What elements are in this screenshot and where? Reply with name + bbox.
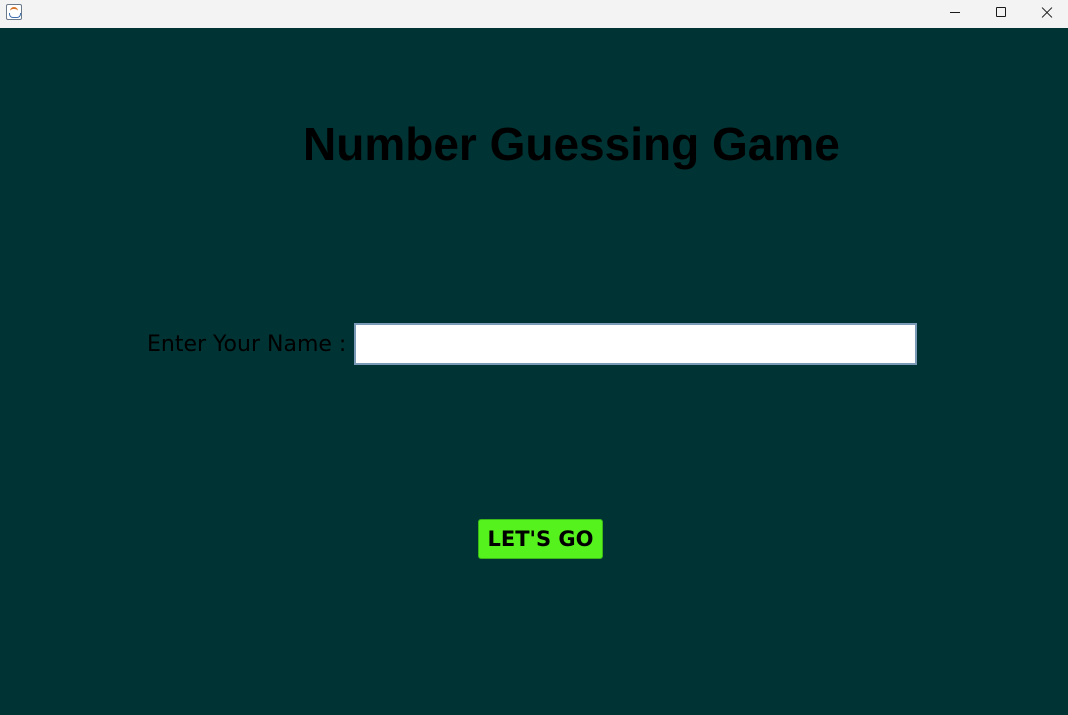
lets-go-button[interactable]: LET'S GO [478, 519, 603, 559]
java-app-icon[interactable] [6, 4, 22, 20]
maximize-icon[interactable] [978, 0, 1024, 28]
app-window: Number Guessing Game Enter Your Name : L… [0, 0, 1068, 715]
name-input[interactable] [354, 323, 917, 365]
page-title: Number Guessing Game [303, 118, 840, 170]
title-bar[interactable] [0, 0, 1068, 28]
close-icon[interactable] [1024, 0, 1068, 28]
name-label: Enter Your Name : [147, 332, 347, 357]
minimize-icon[interactable] [932, 0, 978, 28]
